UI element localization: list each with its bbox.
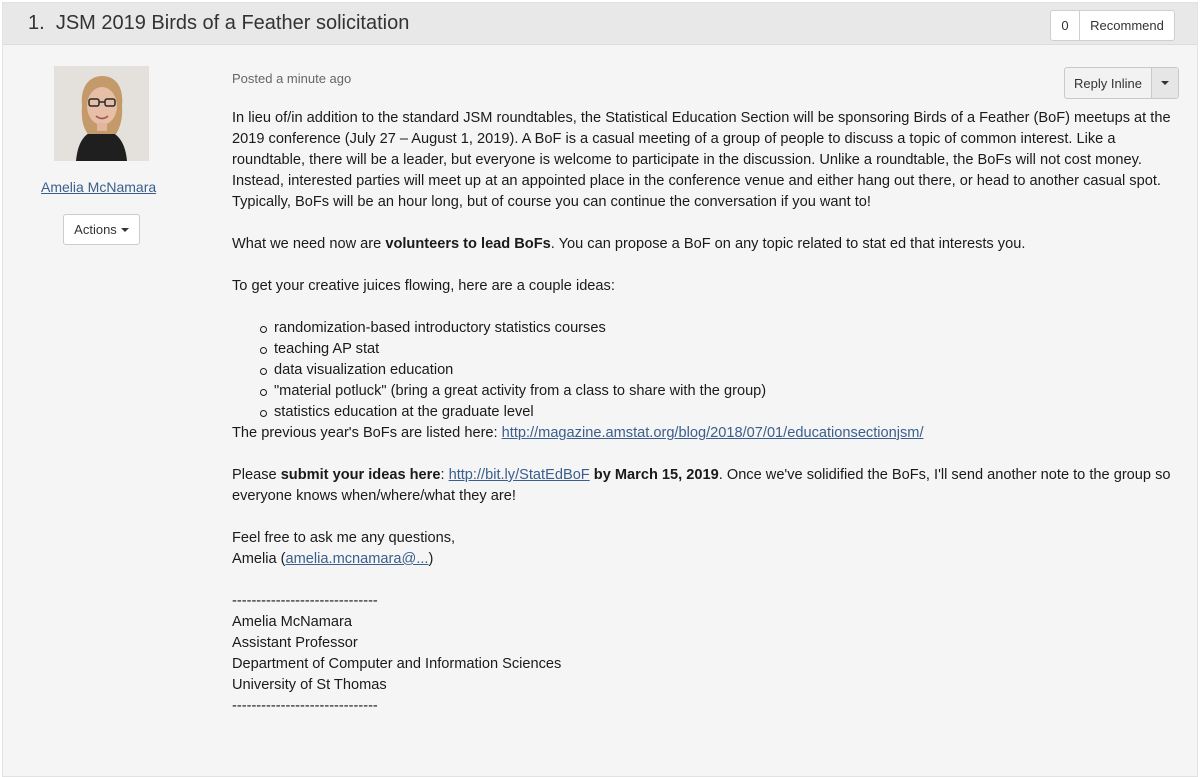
reply-inline-button[interactable]: Reply Inline xyxy=(1065,68,1152,98)
reply-group: Reply Inline xyxy=(1064,67,1179,99)
recommend-count: 0 xyxy=(1051,11,1080,40)
list-item: randomization-based introductory statist… xyxy=(259,318,1177,339)
list-item: teaching AP stat xyxy=(259,339,1177,360)
submit-paragraph: Please submit your ideas here: http://bi… xyxy=(232,467,1171,504)
signature-separator-end: ------------------------------ xyxy=(232,698,378,714)
recommend-button[interactable]: Recommend xyxy=(1080,11,1174,40)
post-body: In lieu of/in addition to the standard J… xyxy=(232,108,1177,717)
closing-line: Feel free to ask me any questions, xyxy=(232,530,456,546)
signature-separator: ------------------------------ xyxy=(232,593,378,609)
thread-header: 1. JSM 2019 Birds of a Feather solicitat… xyxy=(3,3,1197,45)
recommend-group: 0 Recommend xyxy=(1050,10,1175,41)
thread-title: 1. JSM 2019 Birds of a Feather solicitat… xyxy=(28,12,409,35)
list-item: statistics education at the graduate lev… xyxy=(259,402,1177,423)
reply-options-toggle[interactable] xyxy=(1152,68,1178,98)
deadline-emphasis: by March 15, 2019 xyxy=(589,467,719,483)
caret-down-icon xyxy=(120,227,129,232)
signoff-line: Amelia (amelia.mcnamara@...) xyxy=(232,551,434,567)
author-name-link[interactable]: Amelia McNamara xyxy=(41,179,156,195)
volunteers-emphasis: volunteers to lead BoFs xyxy=(385,236,551,252)
signature-title: Assistant Professor xyxy=(232,635,358,651)
previous-bofs-link[interactable]: http://magazine.amstat.org/blog/2018/07/… xyxy=(502,425,924,441)
submit-link[interactable]: http://bit.ly/StatEdBoF xyxy=(449,467,590,483)
email-link[interactable]: amelia.mcnamara@... xyxy=(286,551,429,567)
list-item: "material potluck" (bring a great activi… xyxy=(259,381,1177,402)
volunteers-paragraph: What we need now are volunteers to lead … xyxy=(232,236,1026,252)
actions-label: Actions xyxy=(74,222,117,237)
signature-department: Department of Computer and Information S… xyxy=(232,656,562,672)
ideas-list: randomization-based introductory statist… xyxy=(232,318,1177,423)
signature-name: Amelia McNamara xyxy=(232,614,353,630)
thread-number: 1. xyxy=(28,12,45,34)
author-avatar[interactable] xyxy=(54,66,149,161)
submit-emphasis: submit your ideas here xyxy=(280,467,441,483)
posted-time: Posted a minute ago xyxy=(232,71,352,86)
intro-paragraph: In lieu of/in addition to the standard J… xyxy=(232,110,1171,210)
avatar-portrait xyxy=(54,66,149,161)
previous-bofs-line: The previous year's BoFs are listed here… xyxy=(232,425,924,441)
list-item: data visualization education xyxy=(259,360,1177,381)
actions-dropdown[interactable]: Actions xyxy=(63,214,140,245)
discussion-post: 1. JSM 2019 Birds of a Feather solicitat… xyxy=(2,2,1198,777)
signature-university: University of St Thomas xyxy=(232,677,387,693)
thread-title-text: JSM 2019 Birds of a Feather solicitation xyxy=(55,12,410,34)
ideas-intro: To get your creative juices flowing, her… xyxy=(232,278,615,294)
caret-down-icon xyxy=(1161,81,1169,85)
